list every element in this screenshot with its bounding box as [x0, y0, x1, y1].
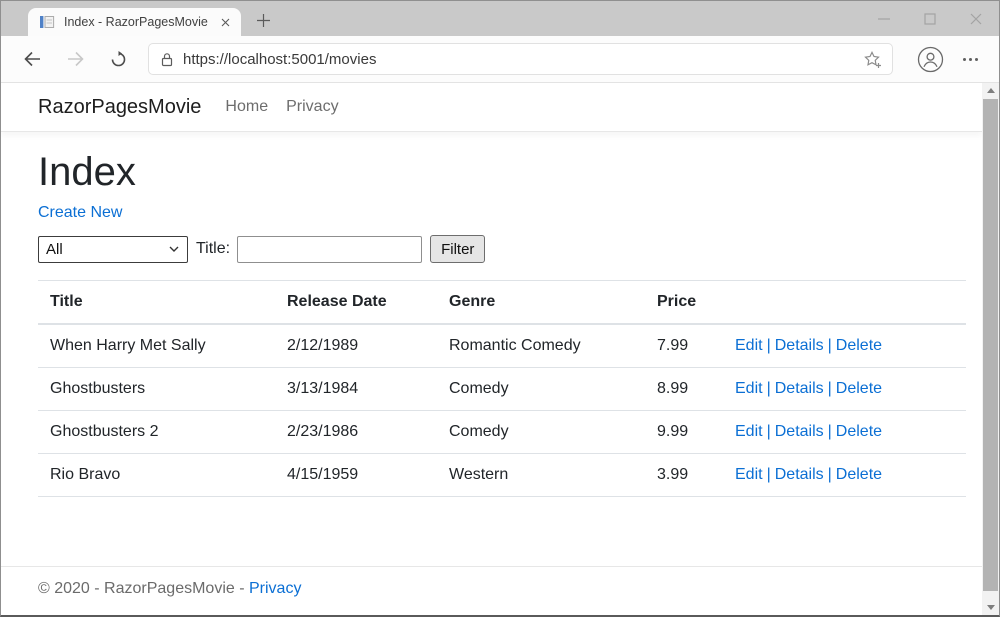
table-header-row: Title Release Date Genre Price — [38, 281, 966, 325]
title-filter-label: Title: — [196, 240, 230, 258]
profile-icon[interactable] — [915, 44, 945, 74]
edit-link[interactable]: Edit — [735, 337, 763, 354]
cell-genre: Comedy — [437, 368, 645, 411]
cell-release-date: 2/12/1989 — [275, 324, 437, 368]
create-new-link[interactable]: Create New — [38, 204, 122, 222]
delete-link[interactable]: Delete — [836, 380, 882, 397]
edit-link[interactable]: Edit — [735, 380, 763, 397]
forward-button[interactable] — [60, 44, 90, 74]
action-separator: | — [767, 337, 771, 354]
cell-genre: Western — [437, 454, 645, 497]
minimize-button[interactable] — [861, 1, 907, 36]
nav-link-home[interactable]: Home — [225, 98, 268, 116]
action-separator: | — [767, 423, 771, 440]
table-row: Ghostbusters 3/13/1984 Comedy 8.99 Edit|… — [38, 368, 966, 411]
cell-title: Ghostbusters — [38, 368, 275, 411]
action-separator: | — [828, 466, 832, 483]
lock-icon — [161, 52, 173, 67]
scroll-up-icon[interactable] — [982, 83, 999, 98]
cell-genre: Romantic Comedy — [437, 324, 645, 368]
footer-privacy-link[interactable]: Privacy — [249, 580, 301, 597]
details-link[interactable]: Details — [775, 337, 824, 354]
action-separator: | — [828, 380, 832, 397]
refresh-button[interactable] — [103, 44, 133, 74]
cell-genre: Comedy — [437, 411, 645, 454]
cell-price: 9.99 — [645, 411, 723, 454]
cell-actions: Edit|Details|Delete — [723, 324, 966, 368]
tab-strip: Index - RazorPagesMovie — [1, 1, 999, 36]
site-navbar: RazorPagesMovie Home Privacy — [1, 83, 982, 132]
browser-window: Index - RazorPagesMovie — [0, 0, 1000, 617]
movies-table: Title Release Date Genre Price When Harr… — [38, 280, 966, 497]
maximize-button[interactable] — [907, 1, 953, 36]
col-header-price: Price — [645, 281, 723, 325]
chevron-down-icon — [169, 246, 179, 252]
page-content: RazorPagesMovie Home Privacy Index Creat… — [1, 83, 982, 615]
filter-form: All Title: Filter — [38, 235, 966, 263]
col-header-release-date: Release Date — [275, 281, 437, 325]
copyright-text: © 2020 - RazorPagesMovie - — [38, 580, 245, 597]
cell-price: 3.99 — [645, 454, 723, 497]
page-footer: © 2020 - RazorPagesMovie - Privacy — [1, 566, 982, 615]
favicon-icon — [39, 14, 55, 30]
table-row: When Harry Met Sally 2/12/1989 Romantic … — [38, 324, 966, 368]
action-separator: | — [767, 380, 771, 397]
details-link[interactable]: Details — [775, 466, 824, 483]
scrollbar-thumb[interactable] — [983, 99, 998, 591]
toolbar-right — [903, 44, 985, 74]
edit-link[interactable]: Edit — [735, 466, 763, 483]
cell-price: 8.99 — [645, 368, 723, 411]
delete-link[interactable]: Delete — [836, 423, 882, 440]
add-favorite-icon[interactable] — [863, 50, 882, 69]
cell-release-date: 2/23/1986 — [275, 411, 437, 454]
cell-release-date: 4/15/1959 — [275, 454, 437, 497]
edit-link[interactable]: Edit — [735, 423, 763, 440]
browser-toolbar: https://localhost:5001/movies — [1, 36, 999, 83]
new-tab-button[interactable] — [253, 10, 273, 30]
genre-select-value: All — [46, 241, 63, 258]
main-content: Index Create New All Title: Filter — [1, 132, 982, 497]
scroll-down-icon[interactable] — [982, 600, 999, 615]
genre-select[interactable]: All — [38, 236, 188, 263]
tab-close-icon[interactable] — [217, 14, 233, 30]
cell-title: Rio Bravo — [38, 454, 275, 497]
table-row: Ghostbusters 2 2/23/1986 Comedy 9.99 Edi… — [38, 411, 966, 454]
action-separator: | — [828, 337, 832, 354]
browser-tab[interactable]: Index - RazorPagesMovie — [28, 8, 241, 36]
col-header-title: Title — [38, 281, 275, 325]
page-viewport: RazorPagesMovie Home Privacy Index Creat… — [1, 83, 999, 615]
action-separator: | — [828, 423, 832, 440]
action-separator: | — [767, 466, 771, 483]
details-link[interactable]: Details — [775, 380, 824, 397]
url-text[interactable]: https://localhost:5001/movies — [183, 51, 863, 68]
page-title: Index — [38, 150, 966, 195]
filter-button[interactable]: Filter — [430, 235, 485, 263]
nav-link-privacy[interactable]: Privacy — [286, 98, 338, 116]
cell-title: When Harry Met Sally — [38, 324, 275, 368]
details-link[interactable]: Details — [775, 423, 824, 440]
address-bar[interactable]: https://localhost:5001/movies — [148, 43, 893, 75]
cell-actions: Edit|Details|Delete — [723, 454, 966, 497]
vertical-scrollbar[interactable] — [982, 83, 999, 615]
cell-actions: Edit|Details|Delete — [723, 411, 966, 454]
brand-link[interactable]: RazorPagesMovie — [38, 96, 201, 119]
title-filter-input[interactable] — [237, 236, 422, 263]
cell-actions: Edit|Details|Delete — [723, 368, 966, 411]
col-header-actions — [723, 281, 966, 325]
tab-title: Index - RazorPagesMovie — [64, 15, 217, 29]
cell-title: Ghostbusters 2 — [38, 411, 275, 454]
close-button[interactable] — [953, 1, 999, 36]
delete-link[interactable]: Delete — [836, 466, 882, 483]
col-header-genre: Genre — [437, 281, 645, 325]
cell-price: 7.99 — [645, 324, 723, 368]
cell-release-date: 3/13/1984 — [275, 368, 437, 411]
more-options-icon[interactable] — [955, 44, 985, 74]
table-row: Rio Bravo 4/15/1959 Western 3.99 Edit|De… — [38, 454, 966, 497]
back-button[interactable] — [17, 44, 47, 74]
delete-link[interactable]: Delete — [836, 337, 882, 354]
window-controls — [861, 1, 999, 36]
